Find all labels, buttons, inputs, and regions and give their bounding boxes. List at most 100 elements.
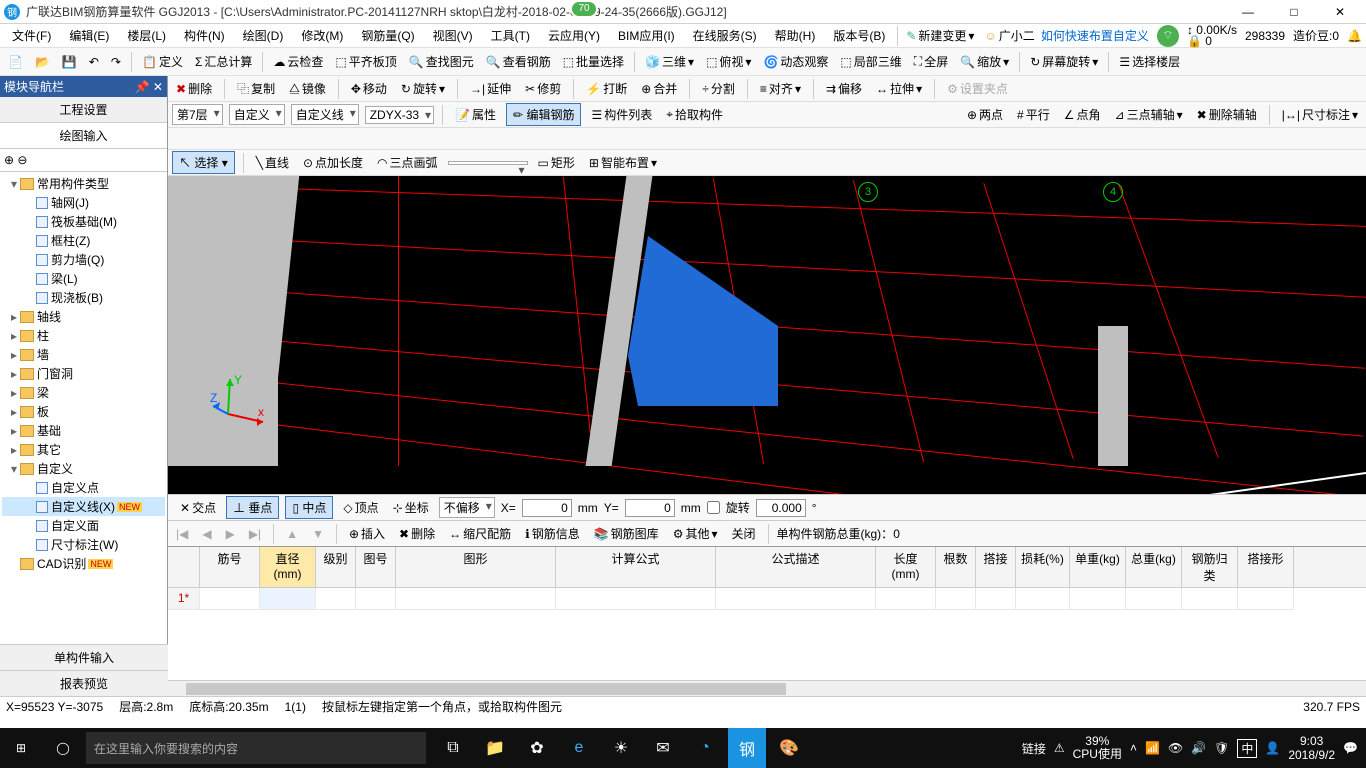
menu-bim[interactable]: BIM应用(I) bbox=[610, 25, 683, 46]
editrebar-button[interactable]: ✏ 编辑钢筋 bbox=[506, 103, 581, 126]
snap-perp[interactable]: ⊥ 垂点 bbox=[226, 496, 279, 519]
table-cell[interactable] bbox=[1182, 588, 1238, 610]
extend-button[interactable]: →| 延伸 bbox=[466, 78, 515, 99]
x-input[interactable] bbox=[522, 499, 572, 517]
delaux-button[interactable]: ✖ 删除辅轴 bbox=[1193, 104, 1261, 125]
sumcalc-button[interactable]: Σ 汇总计算 bbox=[191, 51, 256, 72]
viewrebar-button[interactable]: 🔍 查看钢筋 bbox=[482, 51, 555, 72]
menu-floor[interactable]: 楼层(L) bbox=[119, 25, 174, 46]
menu-view[interactable]: 视图(V) bbox=[425, 25, 481, 46]
save-icon[interactable]: 💾 bbox=[58, 53, 81, 71]
threeaux-button[interactable]: ⊿ 三点辅轴 ▾ bbox=[1111, 104, 1187, 125]
table-cell[interactable] bbox=[556, 588, 716, 610]
cortana-icon[interactable]: ◯ bbox=[42, 728, 84, 768]
parallel-button[interactable]: # 平行 bbox=[1013, 104, 1054, 125]
tray-ime[interactable]: 中 bbox=[1237, 739, 1257, 758]
tree-node[interactable]: 筏板基础(M) bbox=[2, 212, 165, 231]
dimmark-button[interactable]: |↔| 尺寸标注 ▾ bbox=[1278, 104, 1362, 125]
table-header[interactable]: 筋号 bbox=[200, 547, 260, 587]
offset-mode[interactable]: 不偏移 bbox=[439, 497, 495, 518]
rebarinfo-button[interactable]: ℹ 钢筋信息 bbox=[521, 523, 584, 544]
delete-button[interactable]: ✖ 删除 bbox=[172, 78, 216, 99]
break-button[interactable]: ⚡ 打断 bbox=[582, 78, 631, 99]
table-cell[interactable] bbox=[356, 588, 396, 610]
pickcomp-button[interactable]: ⌖ 拾取构件 bbox=[662, 104, 727, 125]
taskbar-app-5[interactable]: ✉ bbox=[644, 728, 682, 768]
rotate-button[interactable]: ↻ 旋转 ▾ bbox=[397, 78, 449, 99]
table-cell[interactable] bbox=[396, 588, 556, 610]
align-button[interactable]: ≡ 对齐 ▾ bbox=[756, 78, 805, 99]
table-header[interactable]: 公式描述 bbox=[716, 547, 876, 587]
start-button[interactable]: ⊞ bbox=[0, 728, 42, 768]
floor-select[interactable]: 第7层 bbox=[172, 104, 223, 125]
redo-icon[interactable]: ↷ bbox=[107, 53, 125, 71]
rotate-input[interactable] bbox=[756, 499, 806, 517]
table-header[interactable]: 直径(mm) bbox=[260, 547, 316, 587]
snap-mid[interactable]: ▯ 中点 bbox=[285, 496, 333, 519]
define-button[interactable]: 📋 定义 bbox=[138, 51, 187, 72]
nav-first[interactable]: |◀ bbox=[172, 527, 192, 541]
tree-node[interactable]: ▾常用构件类型 bbox=[2, 174, 165, 193]
menu-version[interactable]: 版本号(B) bbox=[825, 25, 893, 46]
new-change-button[interactable]: ✎新建变更 ▾ bbox=[902, 25, 978, 46]
tree-node[interactable]: CAD识别NEW bbox=[2, 554, 165, 573]
mirror-button[interactable]: ⧋ 镜像 bbox=[285, 78, 330, 99]
pointangle-button[interactable]: ∠ 点角 bbox=[1060, 104, 1105, 125]
taskbar-app-7[interactable]: 钢 bbox=[728, 728, 766, 768]
tree-node[interactable]: ▸墙 bbox=[2, 345, 165, 364]
table-header[interactable]: 图形 bbox=[396, 547, 556, 587]
trim-button[interactable]: ✂ 修剪 bbox=[521, 78, 565, 99]
tree-node[interactable]: 剪力墙(Q) bbox=[2, 250, 165, 269]
menu-draw[interactable]: 绘图(D) bbox=[235, 25, 292, 46]
table-cell[interactable] bbox=[716, 588, 876, 610]
menu-component[interactable]: 构件(N) bbox=[176, 25, 233, 46]
tray-clock[interactable]: 9:032018/9/2 bbox=[1288, 734, 1335, 762]
taskbar-app-6[interactable]: ◔ bbox=[686, 728, 724, 768]
table-cell[interactable] bbox=[260, 588, 316, 610]
tree-node[interactable]: 轴网(J) bbox=[2, 193, 165, 212]
rebar-table[interactable]: 筋号直径(mm)级别图号图形计算公式公式描述长度(mm)根数搭接损耗(%)单重(… bbox=[168, 546, 1366, 696]
tree-node[interactable]: 自定义面 bbox=[2, 516, 165, 535]
selfloor-button[interactable]: ☰ 选择楼层 bbox=[1115, 51, 1184, 72]
tray-link[interactable]: 链接 bbox=[1022, 740, 1046, 757]
table-header[interactable]: 搭接形 bbox=[1238, 547, 1294, 587]
scaledist-button[interactable]: ↔ 缩尺配筋 bbox=[445, 523, 515, 544]
table-header[interactable]: 计算公式 bbox=[556, 547, 716, 587]
setclamp-button[interactable]: ⚙ 设置夹点 bbox=[943, 78, 1012, 99]
tree-node[interactable]: 尺寸标注(W) bbox=[2, 535, 165, 554]
menu-tools[interactable]: 工具(T) bbox=[483, 25, 538, 46]
move-button[interactable]: ✥ 移动 bbox=[347, 78, 391, 99]
table-header[interactable]: 单重(kg) bbox=[1070, 547, 1126, 587]
menu-help[interactable]: 帮助(H) bbox=[767, 25, 824, 46]
taskbar-app-4[interactable]: ☀ bbox=[602, 728, 640, 768]
new-file-icon[interactable]: 📄 bbox=[4, 53, 27, 71]
flatroof-button[interactable]: ⬚ 平齐板顶 bbox=[331, 51, 400, 72]
arc3-button[interactable]: ◠ 三点画弧 bbox=[373, 152, 442, 173]
sidebar-tab-draw[interactable]: 绘图输入 bbox=[0, 123, 167, 149]
snap-cross[interactable]: ✕ 交点 bbox=[176, 497, 220, 518]
bell-icon[interactable]: 🔔 bbox=[1347, 29, 1362, 43]
arc-options[interactable] bbox=[448, 161, 528, 165]
h-scrollbar[interactable] bbox=[168, 680, 1366, 696]
table-cell[interactable] bbox=[936, 588, 976, 610]
nav-up[interactable]: ▲ bbox=[282, 527, 302, 541]
menu-rebar[interactable]: 钢筋量(Q) bbox=[353, 25, 422, 46]
addlen-button[interactable]: ⊙ 点加长度 bbox=[299, 152, 367, 173]
open-file-icon[interactable]: 📂 bbox=[31, 53, 54, 71]
insert-button[interactable]: ⊕ 插入 bbox=[345, 523, 389, 544]
table-header[interactable]: 损耗(%) bbox=[1016, 547, 1070, 587]
table-cell[interactable] bbox=[1016, 588, 1070, 610]
tree-node[interactable]: ▸基础 bbox=[2, 421, 165, 440]
tree-node[interactable]: ▸门窗洞 bbox=[2, 364, 165, 383]
split-button[interactable]: ÷ 分割 bbox=[698, 78, 739, 99]
tray-wifi-icon[interactable]: 📶 bbox=[1145, 741, 1160, 755]
menu-edit[interactable]: 编辑(E) bbox=[61, 25, 117, 46]
type-select[interactable]: 自定义线 bbox=[291, 104, 359, 125]
delete-row-button[interactable]: ✖ 删除 bbox=[395, 523, 439, 544]
screenrot-button[interactable]: ↻ 屏幕旋转 ▾ bbox=[1026, 51, 1102, 72]
snap-coord[interactable]: ⊹ 坐标 bbox=[389, 497, 433, 518]
dynview-button[interactable]: 🌀 动态观察 bbox=[759, 51, 832, 72]
menu-online[interactable]: 在线服务(S) bbox=[685, 25, 765, 46]
threed-button[interactable]: 🧊 三维 ▾ bbox=[641, 51, 698, 72]
tree-node[interactable]: 梁(L) bbox=[2, 269, 165, 288]
